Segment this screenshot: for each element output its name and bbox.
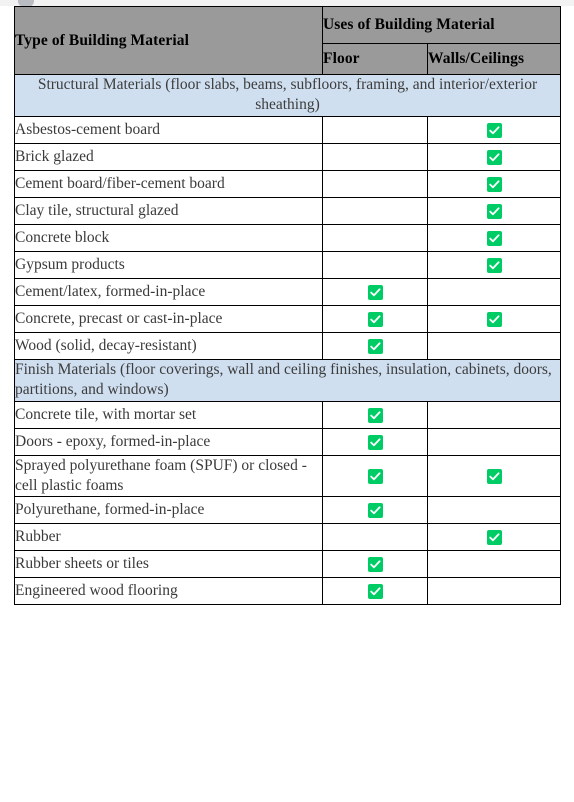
checkbox-checked-icon — [486, 122, 502, 138]
walls-ceilings-use-cell[interactable] — [427, 250, 561, 279]
checkbox-checked-icon — [367, 434, 383, 450]
floor-use-cell[interactable] — [322, 454, 428, 498]
walls-ceilings-use-cell[interactable] — [427, 331, 561, 360]
table-row: Cement board/fiber-cement board — [14, 169, 561, 198]
checkbox-checked-icon — [486, 257, 502, 273]
material-name: Concrete tile, with mortar set — [14, 400, 323, 429]
material-name: Cement/latex, formed-in-place — [14, 277, 323, 306]
material-name: Clay tile, structural glazed — [14, 196, 323, 225]
checkbox-checked-icon — [367, 502, 383, 518]
header-floor: Floor — [322, 43, 428, 75]
table-row: Doors - epoxy, formed-in-place — [14, 427, 561, 456]
material-name: Wood (solid, decay-resistant) — [14, 331, 323, 360]
material-name: Concrete, precast or cast-in-place — [14, 304, 323, 333]
checkbox-checked-icon — [486, 176, 502, 192]
floor-use-cell[interactable] — [322, 223, 428, 252]
material-name: Asbestos-cement board — [14, 115, 323, 144]
walls-ceilings-use-cell[interactable] — [427, 550, 561, 579]
checkbox-checked-icon — [486, 149, 502, 165]
checkbox-checked-icon — [367, 284, 383, 300]
walls-ceilings-use-cell[interactable] — [427, 400, 561, 429]
material-name: Sprayed polyurethane foam (SPUF) or clos… — [14, 454, 323, 498]
floor-use-cell[interactable] — [322, 577, 428, 606]
walls-ceilings-use-cell[interactable] — [427, 304, 561, 333]
table-row: Rubber sheets or tiles — [14, 550, 561, 579]
walls-ceilings-use-cell[interactable] — [427, 142, 561, 171]
floor-use-cell[interactable] — [322, 304, 428, 333]
material-name: Brick glazed — [14, 142, 323, 171]
floor-use-cell[interactable] — [322, 427, 428, 456]
checkbox-checked-icon — [486, 311, 502, 327]
table-row: Sprayed polyurethane foam (SPUF) or clos… — [14, 454, 561, 498]
material-name: Rubber sheets or tiles — [14, 550, 323, 579]
table-row: Concrete block — [14, 223, 561, 252]
building-material-uses-table: Type of Building Material Uses of Buildi… — [14, 6, 561, 606]
walls-ceilings-use-cell[interactable] — [427, 115, 561, 144]
walls-ceilings-use-cell[interactable] — [427, 577, 561, 606]
material-name: Cement board/fiber-cement board — [14, 169, 323, 198]
checkbox-checked-icon — [367, 407, 383, 423]
walls-ceilings-use-cell[interactable] — [427, 427, 561, 456]
table-row: Concrete, precast or cast-in-place — [14, 304, 561, 333]
table-row: Concrete tile, with mortar set — [14, 400, 561, 429]
floor-use-cell[interactable] — [322, 523, 428, 552]
floor-use-cell[interactable] — [322, 496, 428, 525]
table-row: Wood (solid, decay-resistant) — [14, 331, 561, 360]
header-type-of-building-material: Type of Building Material — [14, 6, 323, 75]
checkbox-checked-icon — [367, 311, 383, 327]
table-row: Cement/latex, formed-in-place — [14, 277, 561, 306]
table-body: Structural Materials (floor slabs, beams… — [14, 74, 561, 606]
material-name: Polyurethane, formed-in-place — [14, 496, 323, 525]
table-row: Rubber — [14, 523, 561, 552]
table-row: Polyurethane, formed-in-place — [14, 496, 561, 525]
walls-ceilings-use-cell[interactable] — [427, 277, 561, 306]
checkbox-checked-icon — [486, 230, 502, 246]
checkbox-checked-icon — [367, 556, 383, 572]
header-uses-of-building-material: Uses of Building Material — [322, 6, 561, 44]
floor-use-cell[interactable] — [322, 142, 428, 171]
table-row: Clay tile, structural glazed — [14, 196, 561, 225]
checkbox-checked-icon — [367, 338, 383, 354]
material-name: Gypsum products — [14, 250, 323, 279]
section-header-row: Finish Materials (floor coverings, wall … — [14, 358, 561, 402]
table-row: Gypsum products — [14, 250, 561, 279]
floor-use-cell[interactable] — [322, 169, 428, 198]
walls-ceilings-use-cell[interactable] — [427, 454, 561, 498]
material-name: Engineered wood flooring — [14, 577, 323, 606]
walls-ceilings-use-cell[interactable] — [427, 169, 561, 198]
walls-ceilings-use-cell[interactable] — [427, 223, 561, 252]
table-head: Type of Building Material Uses of Buildi… — [14, 6, 561, 75]
table-row: Asbestos-cement board — [14, 115, 561, 144]
header-row-primary: Type of Building Material Uses of Buildi… — [14, 6, 561, 75]
table-row: Engineered wood flooring — [14, 577, 561, 606]
material-name: Concrete block — [14, 223, 323, 252]
floor-use-cell[interactable] — [322, 331, 428, 360]
walls-ceilings-use-cell[interactable] — [427, 496, 561, 525]
checkbox-checked-icon — [486, 203, 502, 219]
floor-use-cell[interactable] — [322, 250, 428, 279]
table-row: Brick glazed — [14, 142, 561, 171]
checkbox-checked-icon — [367, 468, 383, 484]
material-name: Rubber — [14, 523, 323, 552]
floor-use-cell[interactable] — [322, 400, 428, 429]
building-material-table-container: Type of Building Material Uses of Buildi… — [14, 6, 561, 606]
walls-ceilings-use-cell[interactable] — [427, 196, 561, 225]
floor-use-cell[interactable] — [322, 550, 428, 579]
floor-use-cell[interactable] — [322, 115, 428, 144]
floor-use-cell[interactable] — [322, 277, 428, 306]
checkbox-checked-icon — [486, 529, 502, 545]
section-title: Finish Materials (floor coverings, wall … — [14, 358, 561, 402]
checkbox-checked-icon — [486, 468, 502, 484]
walls-ceilings-use-cell[interactable] — [427, 523, 561, 552]
checkbox-checked-icon — [367, 583, 383, 599]
header-walls-ceilings: Walls/Ceilings — [427, 43, 561, 75]
material-name: Doors - epoxy, formed-in-place — [14, 427, 323, 456]
floor-use-cell[interactable] — [322, 196, 428, 225]
section-title: Structural Materials (floor slabs, beams… — [14, 74, 561, 117]
section-header-row: Structural Materials (floor slabs, beams… — [14, 74, 561, 117]
